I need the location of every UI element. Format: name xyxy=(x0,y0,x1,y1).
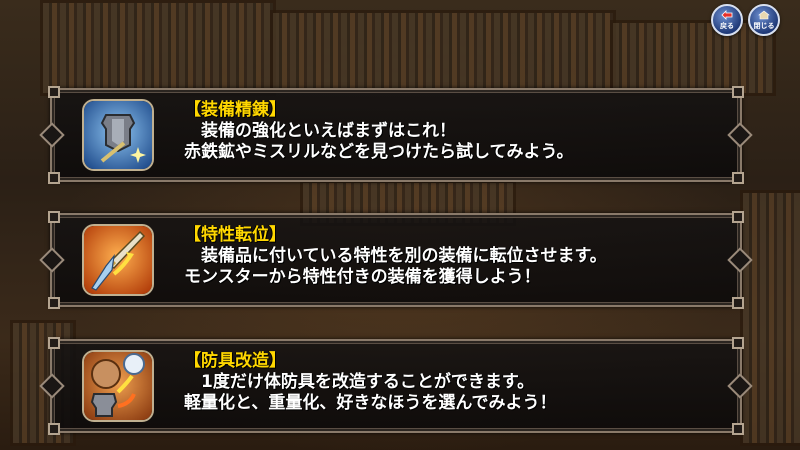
bookshelf xyxy=(40,0,276,96)
panel-title: 【特性転位】 xyxy=(184,225,286,245)
panel-title: 【防具改造】 xyxy=(184,351,286,371)
sword-transfer-icon xyxy=(82,224,154,296)
panel-description-line: 1度だけ体防具を改造することができます。 xyxy=(201,372,535,392)
frame-corner xyxy=(48,172,60,184)
frame-corner xyxy=(732,86,744,98)
armor-modify-icon xyxy=(82,350,154,422)
close-button-label: 閉じる xyxy=(753,22,775,30)
armor-refine-icon xyxy=(82,99,154,171)
panel-description-line: モンスターから特性付きの装備を獲得しよう！ xyxy=(184,267,541,287)
panel-description-line: 軽量化と、重量化、好きなほうを選んでみよう！ xyxy=(184,393,557,413)
frame-corner xyxy=(732,337,744,349)
frame-corner xyxy=(732,211,744,223)
bookshelf xyxy=(740,190,800,446)
back-button-label: 戻る xyxy=(720,22,734,30)
frame-corner xyxy=(48,297,60,309)
bookshelf xyxy=(270,10,616,91)
frame-corner xyxy=(732,172,744,184)
feature-panel-refine[interactable]: 【装備精錬】 装備の強化といえばまずはこれ！ 赤鉄鉱やミスリルなどを見つけたら試… xyxy=(48,86,744,184)
feature-panel-transfer[interactable]: 【特性転位】 装備品に付いている特性を別の装備に転位させます。 モンスターから特… xyxy=(48,211,744,309)
panel-text: 【防具改造】 1度だけ体防具を改造することができます。 軽量化と、重量化、好きな… xyxy=(184,351,720,414)
panel-text: 【装備精錬】 装備の強化といえばまずはこれ！ 赤鉄鉱やミスリルなどを見つけたら試… xyxy=(184,100,720,163)
panel-text: 【特性転位】 装備品に付いている特性を別の装備に転位させます。 モンスターから特… xyxy=(184,225,720,288)
panel-description-line: 装備の強化といえばまずはこれ！ xyxy=(201,121,456,141)
frame-corner xyxy=(48,423,60,435)
frame-corner xyxy=(732,423,744,435)
panel-title: 【装備精錬】 xyxy=(184,100,286,120)
frame-corner xyxy=(48,337,60,349)
back-button[interactable]: 戻る xyxy=(711,4,743,36)
frame-corner xyxy=(732,297,744,309)
bookshelf xyxy=(610,20,776,96)
feature-panel-modify[interactable]: 【防具改造】 1度だけ体防具を改造することができます。 軽量化と、重量化、好きな… xyxy=(48,337,744,435)
panel-description-line: 赤鉄鉱やミスリルなどを見つけたら試してみよう。 xyxy=(184,142,574,162)
panel-description-line: 装備品に付いている特性を別の装備に転位させます。 xyxy=(201,246,607,266)
frame-corner xyxy=(48,86,60,98)
back-icon xyxy=(721,10,733,22)
close-button[interactable]: 閉じる xyxy=(748,4,780,36)
frame-corner xyxy=(48,211,60,223)
home-icon xyxy=(758,10,770,22)
